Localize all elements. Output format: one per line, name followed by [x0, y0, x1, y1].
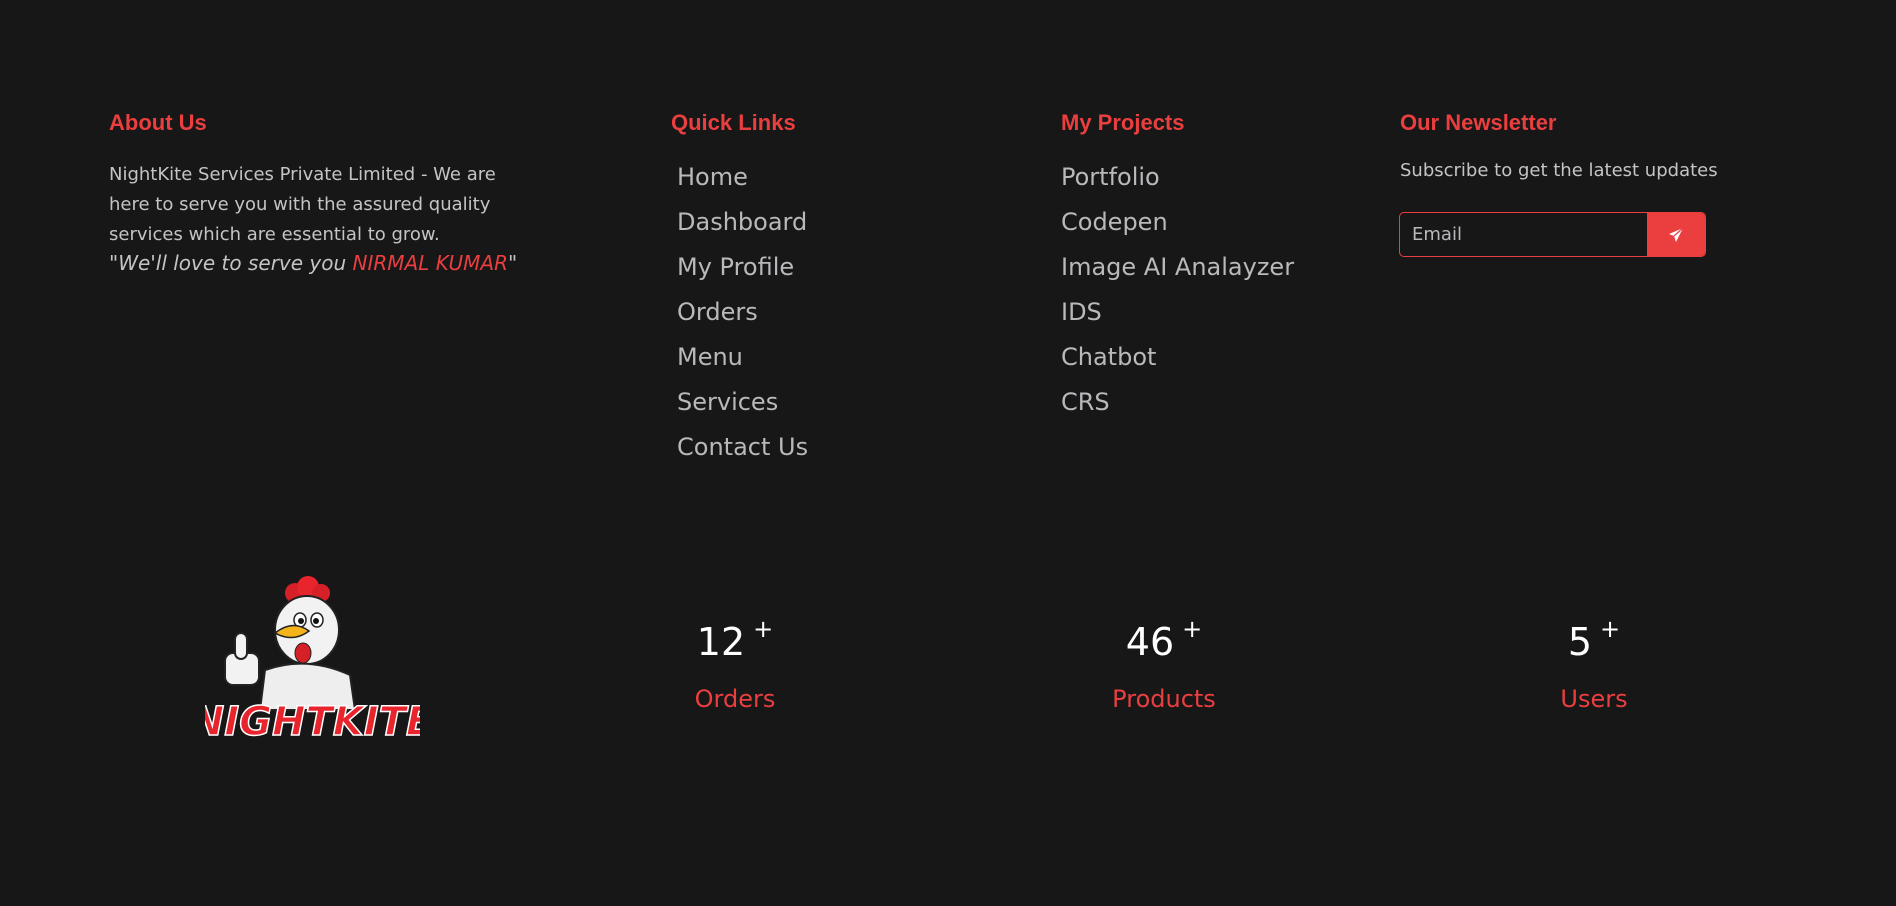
stat-number: 12 +: [585, 617, 885, 667]
about-description: NightKite Services Private Limited - We …: [109, 164, 496, 245]
project-link-ids[interactable]: IDS: [1061, 295, 1294, 340]
quote-suffix: ": [507, 251, 518, 275]
project-link-image-ai-analyzer[interactable]: Image AI Analayzer: [1061, 250, 1294, 295]
quick-link-dashboard[interactable]: Dashboard: [677, 205, 808, 250]
project-link-codepen[interactable]: Codepen: [1061, 205, 1294, 250]
quick-link-orders[interactable]: Orders: [677, 295, 808, 340]
project-link-chatbot[interactable]: Chatbot: [1061, 340, 1294, 385]
stat-orders: 12 + Orders: [585, 617, 885, 713]
stat-label: Orders: [694, 685, 776, 713]
projects-heading: My Projects: [1061, 110, 1185, 135]
email-input[interactable]: [1400, 213, 1647, 256]
stat-label: Products: [1112, 685, 1216, 713]
stat-users: 5 + Users: [1444, 617, 1744, 713]
stat-plus: +: [753, 615, 774, 643]
quote-prefix: "We'll love to serve you: [109, 251, 353, 275]
stat-label: Users: [1560, 685, 1628, 713]
quick-link-contact-us[interactable]: Contact Us: [677, 430, 808, 475]
logo-wordmark: NIGHTKITE: [205, 699, 420, 745]
project-link-crs[interactable]: CRS: [1061, 385, 1294, 430]
stat-number: 46 +: [1014, 617, 1314, 667]
project-link-portfolio[interactable]: Portfolio: [1061, 160, 1294, 205]
newsletter-subtitle: Subscribe to get the latest updates: [1400, 160, 1718, 181]
stat-products: 46 + Products: [1014, 617, 1314, 713]
newsletter-form: [1399, 212, 1706, 257]
stat-value: 5: [1567, 620, 1593, 664]
nightkite-logo: NIGHTKITE: [205, 576, 420, 746]
paper-plane-icon: [1669, 227, 1684, 242]
quick-links-heading: Quick Links: [671, 110, 796, 135]
about-heading: About Us: [109, 110, 207, 135]
stat-number: 5 +: [1444, 617, 1744, 667]
quick-links-list: Home Dashboard My Profile Orders Menu Se…: [677, 160, 808, 475]
thumbs-up-hand: [224, 632, 260, 686]
stat-plus: +: [1600, 615, 1621, 643]
quick-link-my-profile[interactable]: My Profile: [677, 250, 808, 295]
quick-link-services[interactable]: Services: [677, 385, 808, 430]
quick-link-home[interactable]: Home: [677, 160, 808, 205]
stat-value: 46: [1125, 620, 1175, 664]
about-quote: "We'll love to serve you NIRMAL KUMAR": [109, 251, 517, 275]
projects-list: Portfolio Codepen Image AI Analayzer IDS…: [1061, 160, 1294, 430]
stat-value: 12: [696, 620, 746, 664]
stat-plus: +: [1182, 615, 1203, 643]
quote-name: NIRMAL KUMAR: [352, 251, 508, 275]
newsletter-heading: Our Newsletter: [1400, 110, 1557, 135]
subscribe-button[interactable]: [1647, 213, 1705, 256]
quick-link-menu[interactable]: Menu: [677, 340, 808, 385]
